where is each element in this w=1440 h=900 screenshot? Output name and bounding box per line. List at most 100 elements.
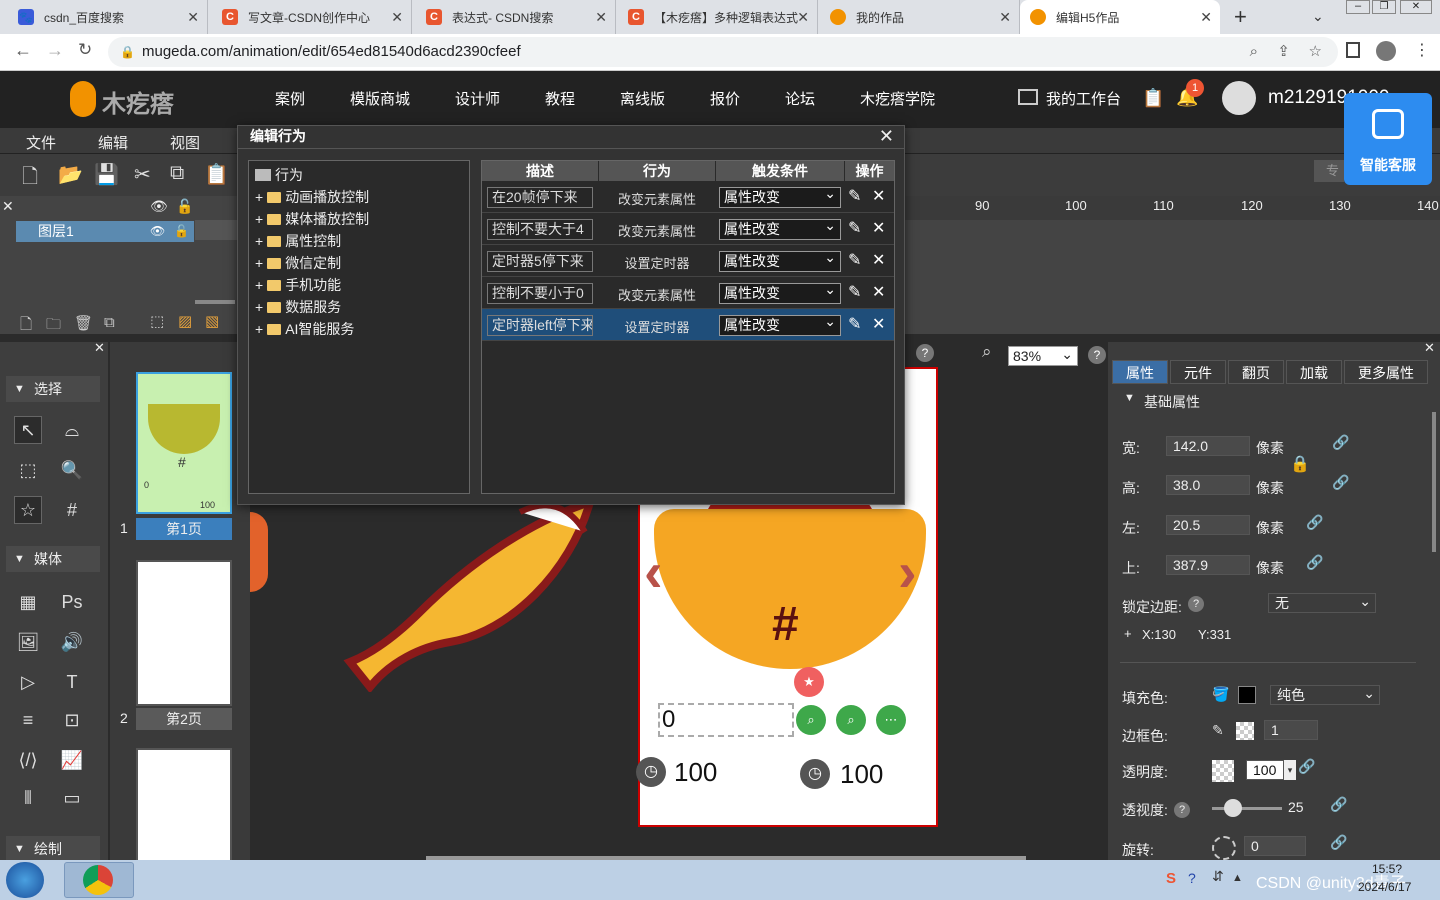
carousel-icon[interactable]: ⫴ [14, 784, 42, 812]
close-icon[interactable]: ✕ [879, 126, 894, 147]
open-folder-icon[interactable]: 📂 [58, 162, 83, 187]
top-input[interactable]: 387.9 [1166, 555, 1250, 575]
menu-view[interactable]: 视图 [170, 132, 200, 153]
layer-copy-icon[interactable]: ⧉ [104, 314, 115, 331]
mask-icon[interactable]: ⬚ [150, 312, 164, 330]
lock-margin-select[interactable]: 无 ⌄ [1268, 593, 1376, 613]
close-icon[interactable]: ✕ [2, 198, 14, 215]
delete-icon[interactable]: ✕ [872, 282, 885, 302]
photoshop-icon[interactable]: Ps [58, 588, 86, 616]
trigger-select[interactable]: 属性改变 [719, 280, 841, 304]
opacity-input[interactable]: 100 [1246, 760, 1284, 780]
share-icon[interactable]: ⇪ [1277, 37, 1290, 67]
logo-text[interactable]: 木疙瘩 [102, 84, 174, 119]
close-icon[interactable]: ✕ [94, 340, 105, 356]
left-input[interactable]: 20.5 [1166, 515, 1250, 535]
tray-app-icon[interactable]: S [1166, 870, 1176, 887]
eye-icon[interactable]: 👁 [150, 221, 165, 242]
link-icon[interactable]: 🔗 [1298, 758, 1315, 775]
restore-icon[interactable]: ❐ [1372, 0, 1396, 14]
edit-pencil-icon[interactable]: ✎ [848, 250, 861, 270]
magnifier-icon[interactable]: 🔍 [58, 456, 86, 484]
new-tab-button[interactable]: + [1234, 4, 1247, 30]
url-input[interactable]: 🔒 mugeda.com/animation/edit/654ed81540d6… [108, 37, 1338, 67]
paragraph-icon[interactable]: ≡ [14, 706, 42, 734]
browser-tab[interactable]: C 【木疙瘩】多种逻辑表达式 ✕ [618, 0, 818, 34]
table-row[interactable]: 定时器5停下来 设置定时器 属性改变 ✎ ✕ [482, 245, 894, 277]
page-label[interactable]: 第1页 [136, 518, 232, 540]
timeline-scrollbar[interactable] [195, 300, 235, 304]
aspect-lock-icon[interactable]: 🔒 [1290, 454, 1310, 474]
pencil-icon[interactable]: ✎ [1212, 722, 1224, 739]
tray-help-icon[interactable]: ? [1188, 870, 1196, 886]
profile-avatar-icon[interactable] [1376, 41, 1396, 61]
edit-pencil-icon[interactable]: ✎ [848, 314, 861, 334]
link-icon[interactable]: 🔗 [1306, 554, 1323, 571]
add-behavior-icon[interactable]: ★ [794, 667, 824, 697]
delete-icon[interactable]: ✕ [872, 314, 885, 334]
trigger-select[interactable]: 属性改变 [719, 184, 841, 208]
zoom-icon[interactable]: ⌕ [1250, 37, 1258, 67]
chart-icon[interactable]: 📈 [58, 746, 86, 774]
tree-item[interactable]: + 动画播放控制 [255, 187, 369, 207]
window-close-icon[interactable]: ✕ [1400, 0, 1432, 14]
search-icon[interactable]: ⌕ [836, 705, 866, 735]
tree-item[interactable]: + AI智能服务 [255, 319, 354, 339]
description-input[interactable]: 控制不要大于4 [487, 219, 593, 240]
menu-file[interactable]: 文件 [26, 132, 56, 153]
lock-icon[interactable]: 🔓 [174, 221, 189, 242]
link-icon[interactable]: 🔗 [1332, 474, 1349, 491]
expand-icon[interactable]: + [255, 299, 263, 315]
description-input[interactable]: 定时器5停下来 [487, 251, 593, 272]
nav-cases[interactable]: 案例 [275, 71, 305, 128]
reload-icon[interactable]: ↻ [78, 40, 92, 60]
tab-more-properties[interactable]: 更多属性 [1344, 360, 1428, 384]
nav-template-store[interactable]: 模版商城 [350, 71, 410, 128]
description-input[interactable]: 定时器left停下来 [487, 315, 593, 336]
expand-icon[interactable]: + [255, 233, 263, 249]
tree-item[interactable]: + 手机功能 [255, 275, 341, 295]
tab-page-turn[interactable]: 翻页 [1228, 360, 1284, 384]
nav-tutorial[interactable]: 教程 [545, 71, 575, 128]
tab-loading[interactable]: 加载 [1286, 360, 1342, 384]
expand-icon[interactable]: + [255, 277, 263, 293]
tray-network-icon[interactable]: ⇵ [1212, 868, 1224, 885]
paint-bucket-icon[interactable]: 🪣 [1212, 686, 1229, 703]
guide-icon[interactable]: ▨ [178, 312, 192, 330]
tray-expand-icon[interactable]: ▲ [1232, 872, 1243, 884]
tab-properties[interactable]: 属性 [1112, 360, 1168, 384]
delete-icon[interactable]: ✕ [872, 186, 885, 206]
avatar[interactable] [1222, 81, 1256, 115]
browser-tab[interactable]: 我的作品 ✕ [820, 0, 1020, 34]
star-edit-icon[interactable]: ☆ [14, 496, 42, 524]
tab-symbols[interactable]: 元件 [1170, 360, 1226, 384]
border-width-input[interactable]: 1 [1264, 720, 1318, 740]
nav-forum[interactable]: 论坛 [785, 71, 815, 128]
trigger-select[interactable]: 属性改变 [719, 312, 841, 336]
perspective-slider-track[interactable] [1212, 807, 1282, 810]
layer-row[interactable]: 图层1 👁 🔓 [16, 221, 194, 242]
fill-type-select[interactable]: 纯色 ⌄ [1270, 685, 1380, 705]
taskbar-chrome[interactable] [64, 862, 134, 898]
layer-folder-icon[interactable]: 🗀 [46, 314, 61, 339]
minimize-icon[interactable]: – [1346, 0, 1370, 14]
link-icon[interactable]: 🔗 [1306, 514, 1323, 531]
rotate-dial-icon[interactable] [1212, 836, 1236, 860]
score-text-b[interactable]: 100 [840, 759, 883, 790]
tree-item[interactable]: + 微信定制 [255, 253, 341, 273]
bookmark-star-icon[interactable]: ☆ [1309, 37, 1322, 67]
menu-edit[interactable]: 编辑 [98, 132, 128, 153]
nav-pricing[interactable]: 报价 [710, 71, 740, 128]
cut-icon[interactable]: ✂ [134, 162, 151, 187]
browser-tab[interactable]: 🐾 csdn_百度搜索 ✕ [8, 0, 208, 34]
help-icon[interactable]: ? [1174, 802, 1190, 818]
windows-start-icon[interactable] [6, 862, 44, 898]
prev-arrow-icon[interactable]: ‹ [644, 539, 663, 604]
edit-pencil-icon[interactable]: ✎ [848, 218, 861, 238]
vertical-scrollbar[interactable] [1432, 412, 1436, 552]
page-thumbnail-2[interactable] [136, 560, 232, 706]
tree-root[interactable]: 行为 [255, 165, 303, 185]
workspace-link[interactable]: 我的工作台 [1046, 71, 1121, 128]
camera-icon[interactable]: ▭ [58, 784, 86, 812]
browser-menu-icon[interactable]: ⋮ [1414, 40, 1430, 60]
